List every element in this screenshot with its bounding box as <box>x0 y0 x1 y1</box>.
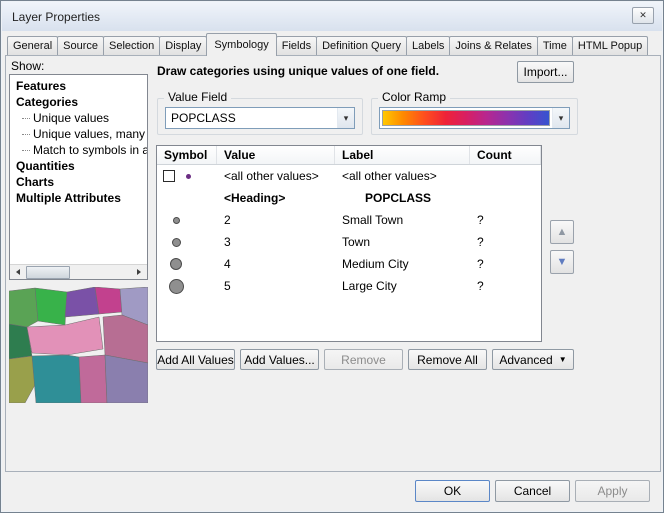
value-field-group: Value Field POPCLASS ▾ <box>157 98 363 135</box>
value-field-label: Value Field <box>164 90 231 104</box>
value-field-combo[interactable]: POPCLASS ▾ <box>165 107 355 129</box>
description-text: Draw categories using unique values of o… <box>157 64 509 78</box>
column-header-value: Value <box>217 146 335 164</box>
tab-source[interactable]: Source <box>57 36 104 55</box>
tab-strip: General Source Selection Display Symbolo… <box>7 32 648 55</box>
cell-count: ? <box>470 257 541 271</box>
circle-symbol-small-icon[interactable] <box>173 217 180 224</box>
color-ramp-label: Color Ramp <box>378 90 450 104</box>
move-down-button[interactable]: ▼ <box>550 250 574 274</box>
scroll-left-icon <box>16 269 20 275</box>
titlebar[interactable]: Layer Properties <box>2 2 662 31</box>
show-item-charts[interactable]: Charts <box>10 174 147 190</box>
cell-count: ? <box>470 279 541 293</box>
advanced-dropdown-icon: ▼ <box>559 356 567 364</box>
close-button[interactable]: ✕ <box>632 7 654 24</box>
map-preview-image <box>9 287 148 403</box>
layer-properties-dialog: Layer Properties ✕ General Source Select… <box>0 0 664 513</box>
cell-label: Town <box>335 235 470 249</box>
scroll-left-button[interactable] <box>10 265 26 279</box>
cell-count: ? <box>470 235 541 249</box>
tab-html-popup[interactable]: HTML Popup <box>572 36 648 55</box>
table-header: Symbol Value Label Count <box>157 146 541 165</box>
tab-labels[interactable]: Labels <box>406 36 450 55</box>
tab-symbology[interactable]: Symbology <box>206 33 276 56</box>
cell-label: POPCLASS <box>335 191 470 205</box>
color-ramp-swatch <box>382 110 550 126</box>
tab-fields[interactable]: Fields <box>276 36 317 55</box>
advanced-button-label: Advanced <box>499 353 552 367</box>
show-item-multiple-attributes[interactable]: Multiple Attributes <box>10 190 147 206</box>
cell-label: <all other values> <box>335 169 470 183</box>
ok-button[interactable]: OK <box>415 480 490 502</box>
map-preview <box>9 287 148 403</box>
table-row-5[interactable]: 5 Large City ? <box>157 275 541 297</box>
show-item-categories[interactable]: Categories <box>10 94 147 110</box>
table-row-heading[interactable]: <Heading> POPCLASS <box>157 187 541 209</box>
circle-symbol-xlarge-icon[interactable] <box>169 279 184 294</box>
chevron-down-icon: ▾ <box>337 108 354 128</box>
window-title: Layer Properties <box>12 10 100 24</box>
import-button[interactable]: Import... <box>517 61 574 83</box>
values-table: Symbol Value Label Count <all other valu… <box>156 145 542 342</box>
add-values-button[interactable]: Add Values... <box>240 349 319 370</box>
table-row-all-other-values[interactable]: <all other values> <all other values> <box>157 165 541 187</box>
value-field-selected: POPCLASS <box>166 108 337 128</box>
remove-all-button[interactable]: Remove All <box>408 349 487 370</box>
horizontal-scrollbar[interactable] <box>10 264 147 279</box>
column-header-count: Count <box>470 146 541 164</box>
tab-general[interactable]: General <box>7 36 58 55</box>
show-item-match-symbols[interactable]: Match to symbols in a <box>10 142 147 158</box>
column-header-symbol: Symbol <box>157 146 217 164</box>
show-item-unique-values-many[interactable]: Unique values, many <box>10 126 147 142</box>
cell-value: <all other values> <box>217 169 335 183</box>
up-arrow-icon: ▲ <box>557 226 568 238</box>
down-arrow-icon: ▼ <box>557 256 568 268</box>
scroll-right-button[interactable] <box>131 265 147 279</box>
add-all-values-button[interactable]: Add All Values <box>156 349 235 370</box>
column-header-label: Label <box>335 146 470 164</box>
cell-value: 5 <box>217 279 335 293</box>
all-other-values-checkbox[interactable] <box>163 170 175 182</box>
show-item-unique-values[interactable]: Unique values <box>10 110 147 126</box>
scroll-right-icon <box>137 269 141 275</box>
apply-button[interactable]: Apply <box>575 480 650 502</box>
color-ramp-combo[interactable]: ▾ <box>379 107 570 129</box>
tab-display[interactable]: Display <box>159 36 207 55</box>
cell-label: Large City <box>335 279 470 293</box>
color-ramp-group: Color Ramp ▾ <box>371 98 578 135</box>
all-other-values-symbol-icon[interactable] <box>186 174 191 179</box>
show-label: Show: <box>11 59 44 73</box>
cell-count: ? <box>470 213 541 227</box>
show-item-quantities[interactable]: Quantities <box>10 158 147 174</box>
circle-symbol-medium-icon[interactable] <box>172 238 181 247</box>
scrollbar-thumb[interactable] <box>26 266 70 279</box>
close-icon: ✕ <box>639 10 647 21</box>
tab-definition-query[interactable]: Definition Query <box>316 36 407 55</box>
tab-joins-relates[interactable]: Joins & Relates <box>449 36 537 55</box>
move-up-button[interactable]: ▲ <box>550 220 574 244</box>
cell-value: 4 <box>217 257 335 271</box>
cancel-button[interactable]: Cancel <box>495 480 570 502</box>
show-tree-list: Features Categories Unique values Unique… <box>9 74 148 280</box>
cell-value: 3 <box>217 235 335 249</box>
table-row-3[interactable]: 3 Town ? <box>157 231 541 253</box>
tab-selection[interactable]: Selection <box>103 36 160 55</box>
cell-value: <Heading> <box>217 191 335 205</box>
cell-label: Small Town <box>335 213 470 227</box>
cell-label: Medium City <box>335 257 470 271</box>
circle-symbol-large-icon[interactable] <box>170 258 182 270</box>
advanced-button[interactable]: Advanced ▼ <box>492 349 574 370</box>
remove-button[interactable]: Remove <box>324 349 403 370</box>
cell-value: 2 <box>217 213 335 227</box>
show-item-features[interactable]: Features <box>10 78 147 94</box>
tab-time[interactable]: Time <box>537 36 573 55</box>
table-row-4[interactable]: 4 Medium City ? <box>157 253 541 275</box>
table-row-2[interactable]: 2 Small Town ? <box>157 209 541 231</box>
chevron-down-icon: ▾ <box>552 108 569 128</box>
